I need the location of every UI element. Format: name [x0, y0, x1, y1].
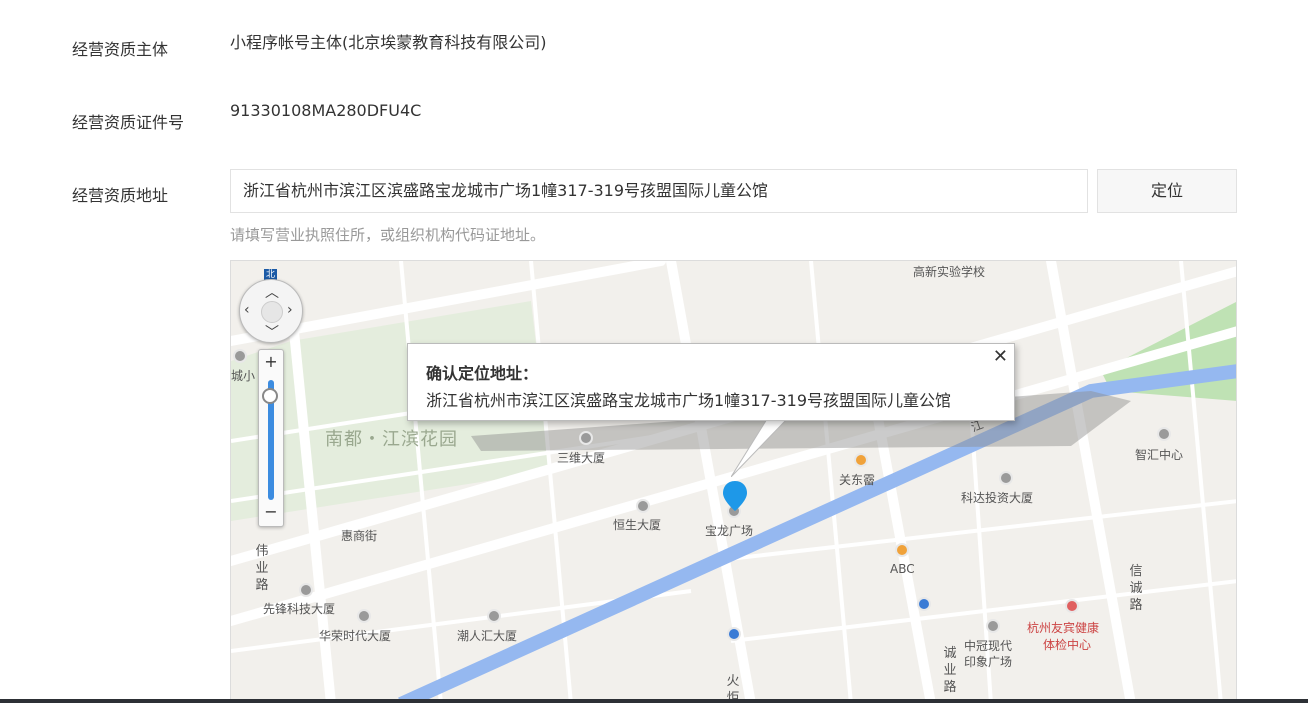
address-label: 经营资质地址 [72, 186, 169, 205]
building-icon [579, 431, 593, 445]
poi-guandongxian: 关东霤 [839, 473, 876, 487]
poi-xianfeng: 先锋科技大厦 [263, 602, 336, 616]
pan-center[interactable] [261, 301, 283, 323]
building-icon [986, 619, 1000, 633]
zoom-out-button[interactable]: − [259, 502, 283, 521]
pan-left-icon[interactable]: ‹ [244, 302, 250, 318]
zoom-in-button[interactable]: + [259, 352, 283, 371]
pan-control[interactable]: ︿ ﹀ ‹ › [239, 279, 303, 343]
pan-up-icon[interactable]: ︿ [265, 282, 279, 302]
building-icon [1157, 427, 1171, 441]
road-xincheng: 信诚路 [1129, 564, 1143, 613]
address-hint: 请填写营业执照住所，或组织机构代码证地址。 [230, 226, 546, 244]
building-icon [357, 609, 371, 623]
confirm-location-popup: 确认定位地址： 浙江省杭州市滨江区滨盛路宝龙城市广场1幢317-319号孩盟国际… [407, 343, 1015, 421]
entity-label: 经营资质主体 [72, 40, 169, 59]
map-view[interactable]: 南都・江滨花园 高新实验学校 城小 三维大厦 恒生大厦 宝龙广场 关东霤 科达投… [230, 260, 1237, 703]
poi-kedatouzi: 科达投资大厦 [961, 491, 1034, 505]
road-weiye: 伟业路 [255, 544, 269, 593]
building-icon [487, 609, 501, 623]
cert-no-label: 经营资质证件号 [72, 113, 185, 132]
taskbar-strip [0, 699, 1308, 703]
poi-zhongguan-1: 中冠现代 [964, 639, 1013, 653]
pan-down-icon[interactable]: ﹀ [265, 322, 279, 342]
poi-baolong: 宝龙广场 [705, 524, 754, 538]
popup-title: 确认定位地址： [426, 364, 539, 383]
metro-icon [727, 627, 741, 641]
building-icon [299, 583, 313, 597]
poi-sanwei: 三维大厦 [557, 451, 606, 465]
poi-youbin-1: 杭州友宾健康 [1027, 621, 1100, 635]
cert-no-value: 91330108MA280DFU4C [230, 101, 422, 120]
address-input[interactable]: 浙江省杭州市滨江区滨盛路宝龙城市广场1幢317-319号孩盟国际儿童公馆 [230, 169, 1088, 213]
restaurant-icon [854, 453, 868, 467]
popup-pointer [731, 419, 788, 477]
poi-zhihui: 智汇中心 [1135, 448, 1184, 462]
poi-abc: ABC [890, 562, 915, 576]
poi-school: 高新实验学校 [913, 265, 986, 279]
park-label: 南都・江滨花园 [325, 429, 458, 450]
building-icon [233, 349, 247, 363]
hospital-icon [1065, 599, 1079, 613]
poi-hengsheng: 恒生大厦 [613, 518, 662, 532]
pan-right-icon[interactable]: › [287, 302, 293, 318]
zoom-control[interactable]: + − [258, 349, 284, 527]
bank-icon [895, 543, 909, 557]
poi-youbin-2: 体检中心 [1043, 638, 1092, 652]
road-chengye: 诚业路 [943, 646, 957, 695]
poi-zhongguan-2: 印象广场 [964, 655, 1013, 669]
location-pin-icon[interactable] [721, 479, 749, 513]
poi-huishang: 惠商街 [341, 529, 378, 543]
bus-icon [917, 597, 931, 611]
poi-huarong: 华荣时代大厦 [319, 629, 392, 643]
popup-address: 浙江省杭州市滨江区滨盛路宝龙城市广场1幢317-319号孩盟国际儿童公馆 [426, 391, 952, 410]
zoom-slider-handle[interactable] [262, 388, 278, 404]
building-icon [636, 499, 650, 513]
poi-city: 城小 [231, 369, 256, 383]
building-icon [999, 471, 1013, 485]
poi-chaoren: 潮人汇大厦 [457, 629, 518, 643]
entity-value: 小程序帐号主体(北京埃蒙教育科技有限公司) [230, 33, 547, 52]
locate-button[interactable]: 定位 [1097, 169, 1237, 213]
close-icon[interactable]: ✕ [993, 346, 1008, 367]
